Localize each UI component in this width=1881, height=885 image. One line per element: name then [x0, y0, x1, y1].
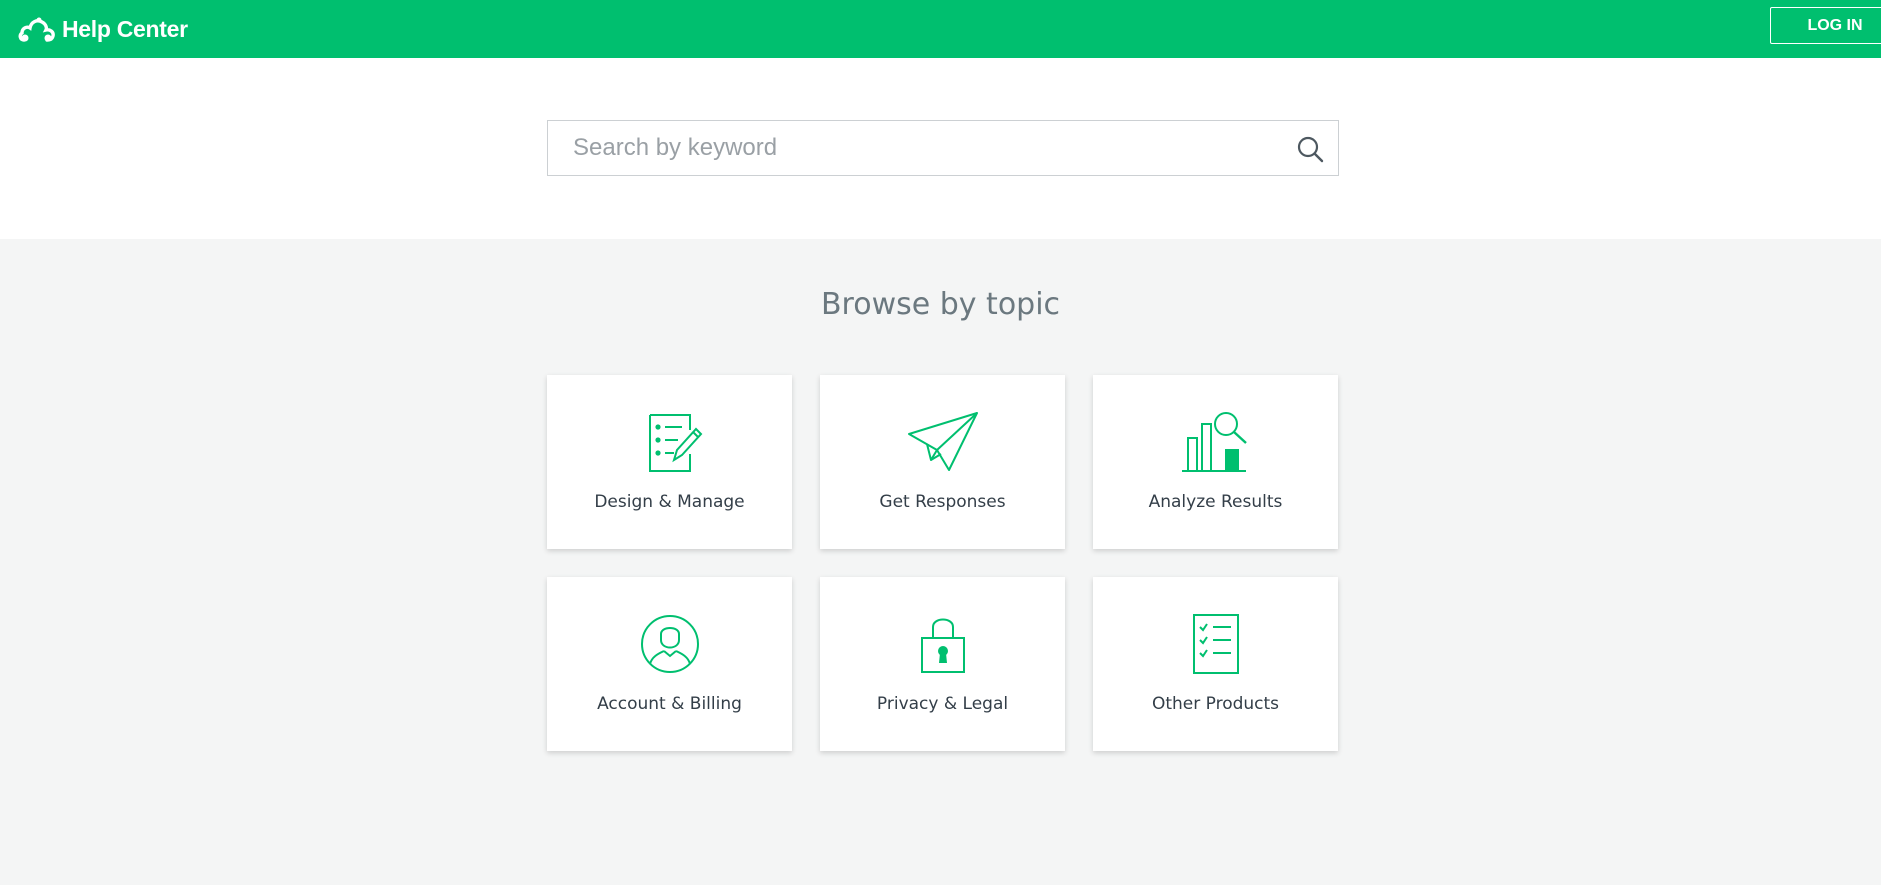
- search-icon[interactable]: [1296, 135, 1324, 163]
- search-section: [0, 58, 1881, 239]
- brand-title: Help Center: [62, 15, 188, 42]
- topic-label: Privacy & Legal: [876, 694, 1009, 714]
- top-navigation-bar: Help Center LOG IN: [0, 0, 1881, 58]
- help-center-logo-link[interactable]: Help Center: [18, 9, 188, 49]
- topic-label: Get Responses: [879, 492, 1006, 512]
- topic-label: Analyze Results: [1148, 492, 1283, 512]
- padlock-icon: [920, 618, 965, 673]
- document-edit-icon: [648, 414, 702, 472]
- login-button[interactable]: LOG IN: [1770, 7, 1881, 44]
- topic-tile-design-manage[interactable]: Design & Manage: [547, 375, 792, 549]
- paper-plane-icon: [907, 412, 978, 471]
- search-box: [547, 120, 1339, 176]
- cloud-monkey-logo-icon: [18, 17, 55, 42]
- search-input[interactable]: [548, 121, 1268, 175]
- user-circle-icon: [640, 615, 699, 673]
- bar-chart-magnifier-icon: [1181, 412, 1247, 472]
- topic-tile-account-billing[interactable]: Account & Billing: [547, 577, 792, 751]
- topic-grid: Design & Manage Get Responses Analyze Re…: [547, 375, 1339, 751]
- topic-tile-other-products[interactable]: Other Products: [1093, 577, 1338, 751]
- topic-label: Account & Billing: [597, 694, 742, 714]
- topic-tile-get-responses[interactable]: Get Responses: [820, 375, 1065, 549]
- topic-tile-analyze-results[interactable]: Analyze Results: [1093, 375, 1338, 549]
- browse-title: Browse by topic: [820, 287, 1061, 322]
- checklist-icon: [1192, 614, 1239, 674]
- topic-label: Design & Manage: [594, 492, 745, 512]
- browse-section: Browse by topic Design & Manage Get Resp…: [0, 239, 1881, 885]
- topic-tile-privacy-legal[interactable]: Privacy & Legal: [820, 577, 1065, 751]
- topic-label: Other Products: [1151, 694, 1280, 714]
